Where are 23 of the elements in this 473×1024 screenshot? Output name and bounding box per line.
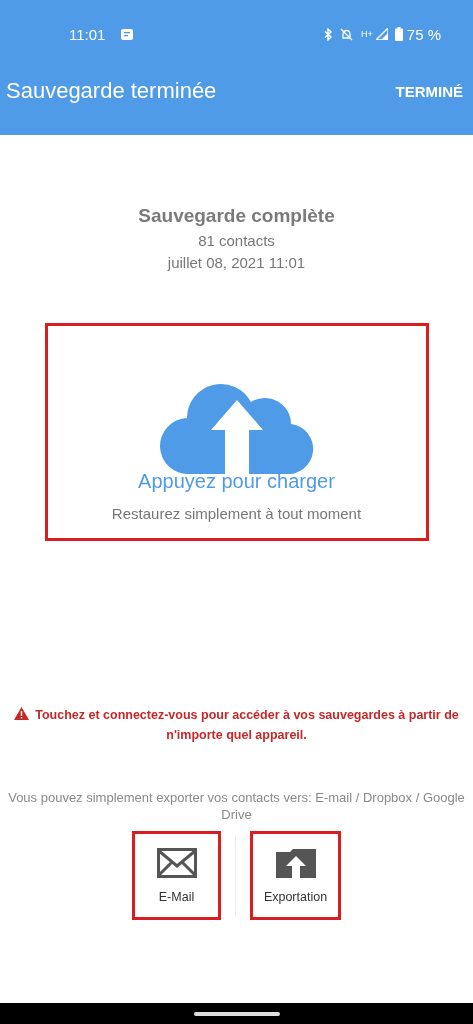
folder-upload-icon: [275, 847, 316, 878]
warning-message: Touchez et connectez-vous pour accéder à vos sauvegardes à partir de n'importe quel appareil.: [35, 708, 459, 742]
upload-hint: Restaurez simplement à tout moment: [111, 505, 362, 522]
envelope-icon: [156, 847, 197, 878]
upload-label: Appuyez pour charger: [138, 470, 335, 493]
backup-date: juillet 08, 2021 11:01: [167, 254, 306, 271]
battery-level: 75 %: [406, 25, 441, 43]
upload-area[interactable]: Appuyez pour charger Restaurez simplement à tout moment: [44, 323, 429, 541]
screen-title: Sauvegarde terminée: [6, 78, 217, 104]
status-time: 11:01: [69, 25, 106, 43]
contact-count: 81 contacts: [198, 232, 275, 249]
export-button[interactable]: Exportation: [250, 831, 341, 920]
bell-muted-icon: [340, 27, 354, 41]
home-indicator[interactable]: [193, 1011, 280, 1016]
bluetooth-icon: [323, 27, 334, 41]
email-button[interactable]: E-Mail: [132, 831, 221, 920]
battery-icon: [394, 27, 403, 41]
warning-icon: [14, 707, 30, 720]
signal-icon: [375, 28, 388, 40]
backup-title: Sauvegarde complète: [138, 205, 335, 227]
network-type: H+: [361, 29, 373, 39]
export-info: Vous pouvez simplement exporter vos contacts vers: E-mail / Dropbox / Google Drive: [7, 789, 466, 823]
message-icon: [121, 28, 134, 40]
